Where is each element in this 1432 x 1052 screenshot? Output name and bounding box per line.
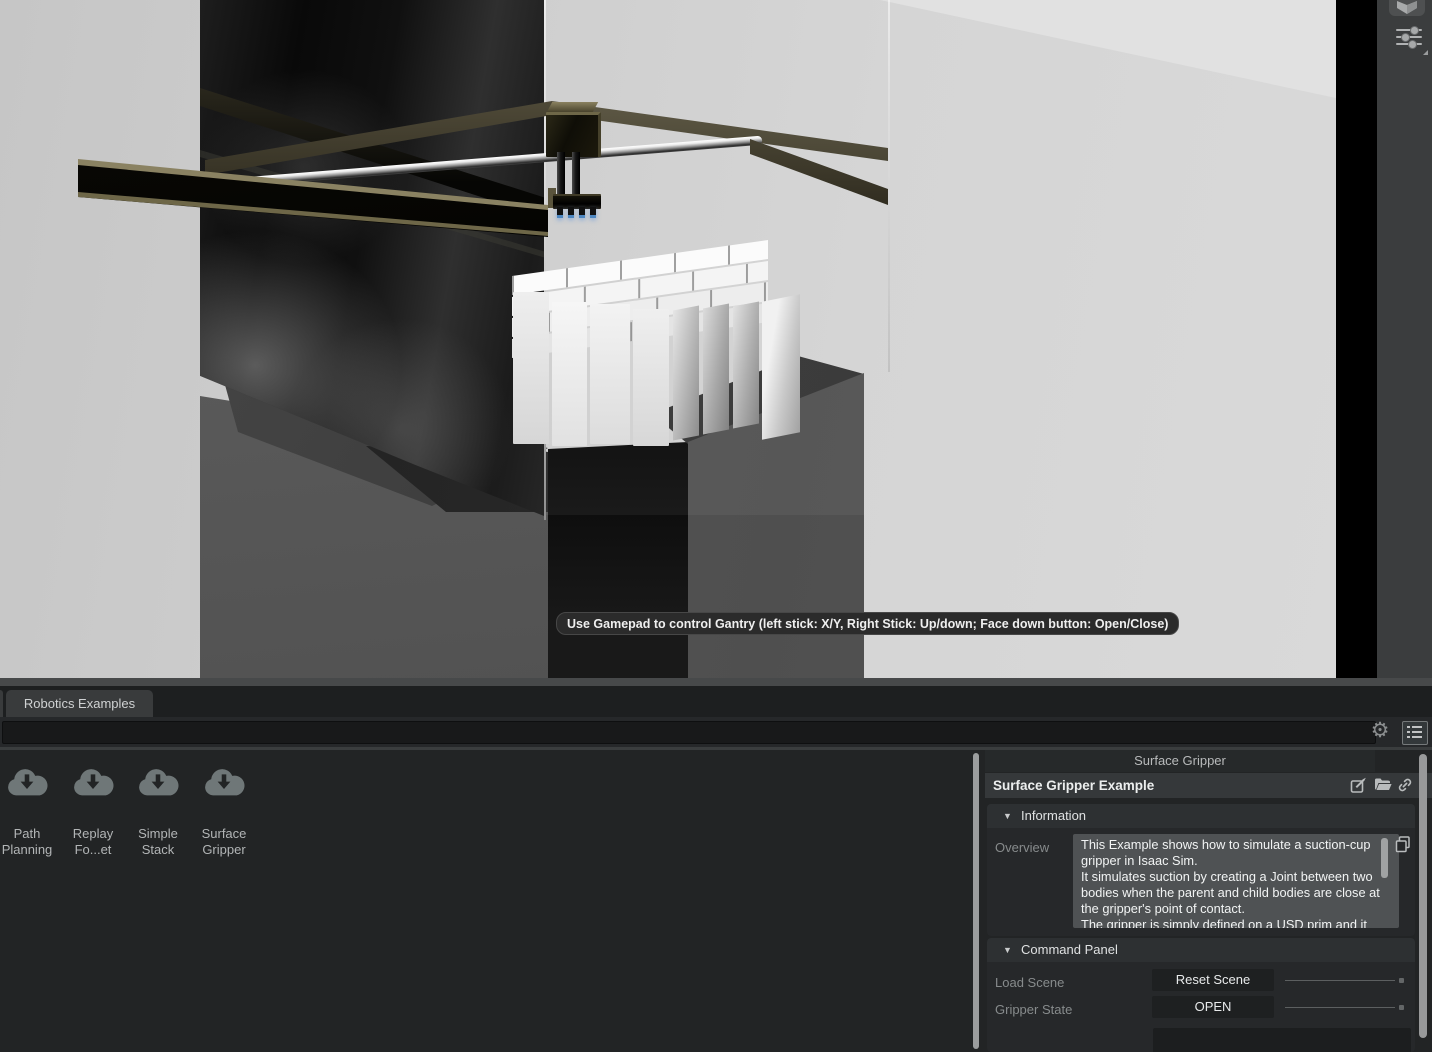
row-divider-line [1285, 980, 1395, 981]
box-front [552, 302, 587, 446]
gripper-rod [557, 152, 565, 198]
example-replay-follow-target[interactable]: Replay Fo...et [63, 760, 123, 850]
copy-icon[interactable] [1395, 836, 1413, 854]
examples-toolbar: ⚙ [0, 717, 1432, 747]
surface-gripper-details-panel: Surface Gripper Surface Gripper Example [985, 750, 1432, 1052]
gamepad-hint-tooltip: Use Gamepad to control Gantry (left stic… [556, 612, 1179, 635]
slider-knob [1410, 26, 1419, 35]
cloud-download-icon [71, 768, 115, 799]
load-scene-label: Load Scene [995, 975, 1064, 990]
tab-label: Robotics Examples [24, 696, 135, 711]
row-divider-line [1285, 1007, 1395, 1008]
edit-source-icon[interactable] [1350, 777, 1368, 794]
collapse-triangle-icon: ▼ [1003, 811, 1012, 821]
command-output-field[interactable] [1153, 1028, 1411, 1052]
cloud-download-icon [202, 768, 246, 799]
tab-robotics-examples[interactable]: Robotics Examples [6, 690, 153, 717]
section-title: Information [1021, 804, 1086, 828]
overview-textarea[interactable]: This Example shows how to simulate a suc… [1073, 834, 1399, 928]
slider-knob [1408, 40, 1417, 49]
isaac-sim-window: Use Gamepad to control Gantry (left stic… [0, 0, 1432, 1052]
details-panel-scrollbar[interactable] [1419, 754, 1427, 1038]
box-side [703, 303, 729, 434]
gripper-rod [572, 152, 580, 198]
link-icon[interactable] [1397, 777, 1415, 794]
box-side [762, 294, 800, 439]
examples-content: Path Planning Replay Fo...et [0, 750, 1432, 1052]
gripper-open-button[interactable]: OPEN [1152, 996, 1274, 1018]
tab-bar: Robotics Examples [0, 686, 1432, 717]
suction-cup [590, 207, 596, 218]
reset-scene-button[interactable]: Reset Scene [1152, 969, 1274, 991]
section-title: Command Panel [1021, 938, 1118, 962]
overview-scrollbar[interactable] [1381, 838, 1388, 878]
white-box-stack [510, 246, 810, 451]
example-path-planning[interactable]: Path Planning [0, 760, 57, 850]
gear-icon[interactable]: ⚙ [1368, 718, 1392, 744]
panel-title: Surface Gripper [985, 750, 1375, 772]
robotics-examples-panel: Robotics Examples ⚙ [0, 678, 1432, 1052]
flyout-corner-mark [1423, 50, 1428, 55]
command-panel-section-header[interactable]: ▼ Command Panel [987, 938, 1415, 962]
mesh-cube-icon [1395, 1, 1419, 15]
example-label: Simple Stack [120, 826, 196, 858]
collapse-triangle-icon: ▼ [1003, 945, 1012, 955]
hidden-tab-sliver[interactable] [0, 690, 3, 717]
row-options-dot[interactable] [1399, 1005, 1404, 1010]
example-grid-scrollbar[interactable] [973, 753, 979, 1049]
cloud-download-icon [5, 768, 49, 799]
command-panel-section: ▼ Command Panel Load Scene Reset Scene G… [987, 938, 1415, 1052]
panel-splitter[interactable] [0, 678, 1432, 686]
suction-cup [568, 207, 574, 218]
gripper-state-label: Gripper State [995, 1002, 1072, 1017]
box-front [633, 309, 669, 446]
box-side [673, 305, 699, 440]
mesh-tool-button[interactable] [1389, 0, 1425, 16]
suction-cup [557, 207, 563, 218]
example-surface-gripper[interactable]: Surface Gripper [194, 760, 254, 850]
overview-label: Overview [995, 840, 1049, 855]
information-section-header[interactable]: ▼ Information [987, 804, 1415, 828]
cloud-download-icon [136, 768, 180, 799]
example-grid: Path Planning Replay Fo...et [0, 750, 972, 1052]
list-view-button[interactable] [1402, 721, 1428, 745]
information-section: ▼ Information Overview This Example show… [987, 804, 1415, 936]
row-options-dot[interactable] [1399, 978, 1404, 983]
gripper-carriage [546, 112, 601, 157]
example-simple-stack[interactable]: Simple Stack [128, 760, 188, 850]
3d-viewport[interactable]: Use Gamepad to control Gantry (left stic… [0, 0, 1336, 678]
search-input[interactable] [2, 721, 1376, 744]
box-side [733, 301, 759, 428]
viewport-side-toolbar [1377, 0, 1432, 678]
render-settings-button[interactable] [1396, 26, 1422, 48]
example-label: Surface Gripper [186, 826, 262, 858]
box-front [513, 292, 549, 444]
list-view-icon [1407, 726, 1422, 738]
suction-cup [579, 207, 585, 218]
open-folder-icon[interactable] [1374, 777, 1392, 794]
box-front [590, 304, 630, 444]
example-title: Surface Gripper Example [993, 773, 1154, 798]
viewport-gutter [1336, 0, 1377, 678]
example-header-bar: Surface Gripper Example [985, 773, 1432, 798]
